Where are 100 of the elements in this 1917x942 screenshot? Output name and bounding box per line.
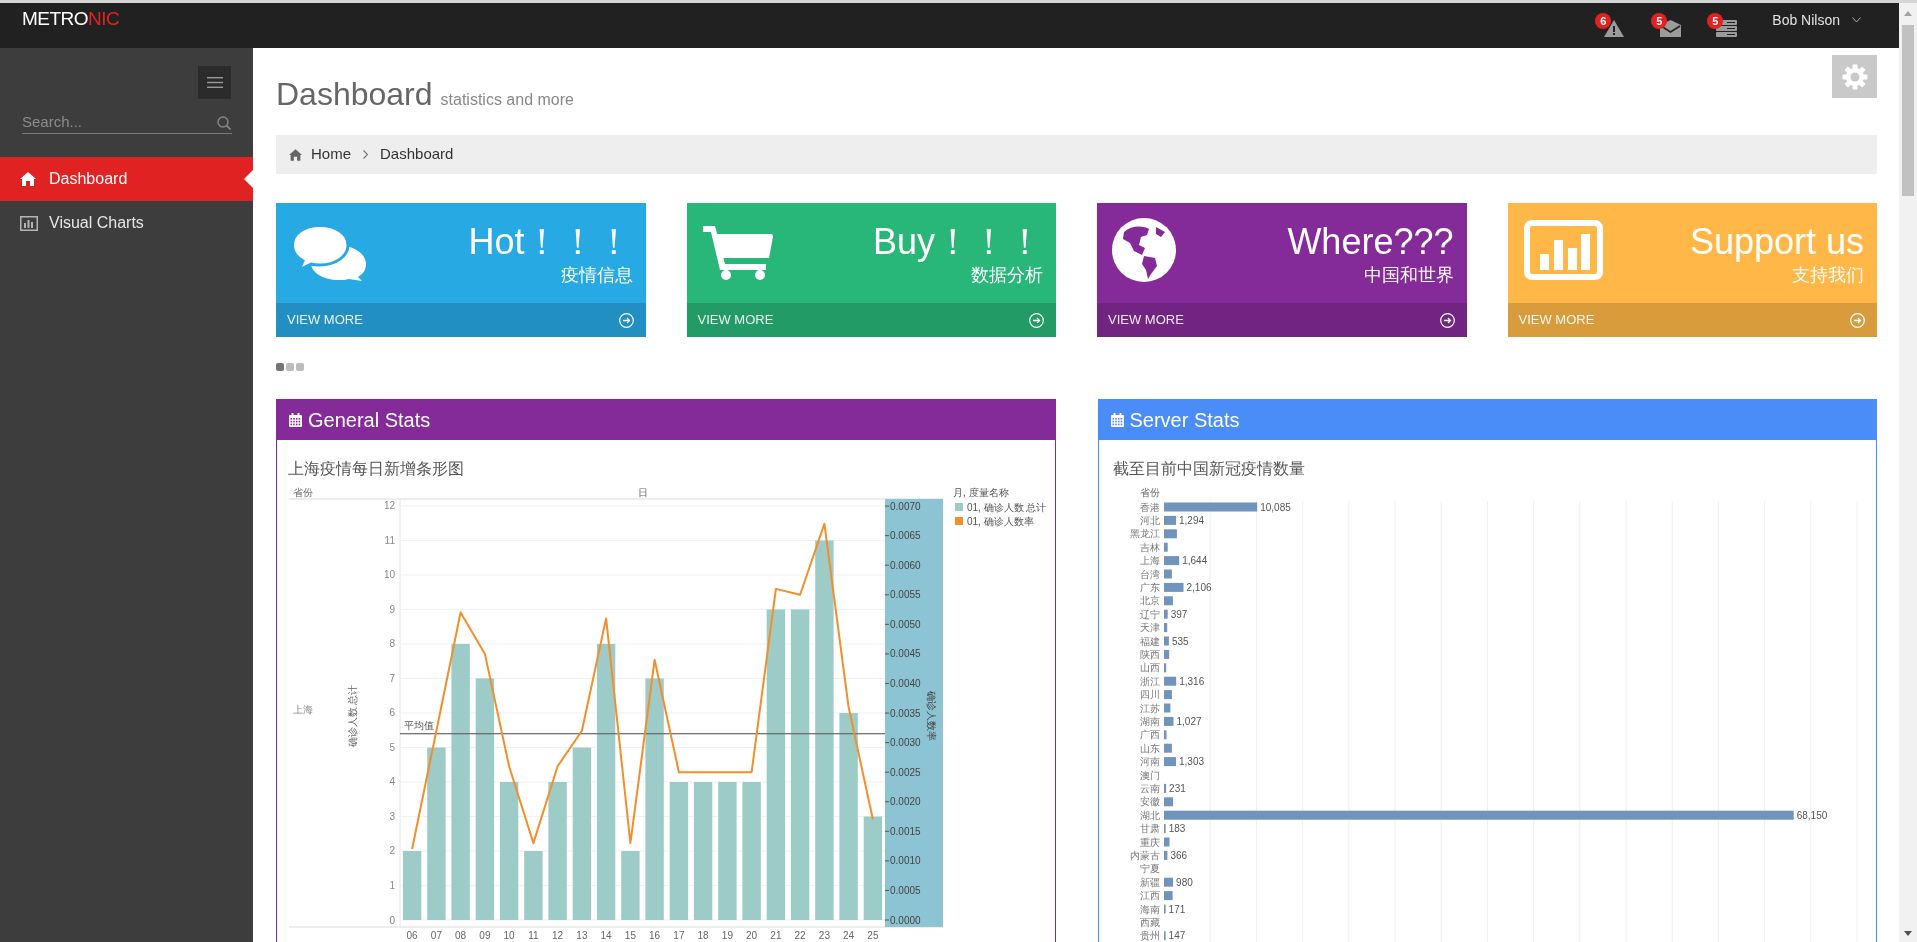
tick-label: 10 [503,930,515,941]
category-label: 安徽 [1139,796,1160,808]
category-label: 云南 [1139,782,1160,794]
breadcrumb-current: Dashboard [380,144,454,165]
page-title: Dashboard [276,75,433,113]
value-label: 183 [1168,823,1185,835]
tick-label: 6 [389,707,395,719]
row-label: 上海 [293,704,313,715]
tick-label: 16 [649,930,661,941]
value-label: 171 [1168,903,1185,915]
category-label: 吉林 [1139,541,1160,553]
view-more-link[interactable]: VIEW MORE [1097,303,1467,337]
bar [1163,636,1169,646]
category-label: 山西 [1139,662,1160,674]
tick-label: 7 [389,672,395,684]
tick-label: 23 [818,930,830,941]
tick-label: 15 [624,930,636,941]
tile-subtitle: 支持我们 [1792,264,1864,286]
category-label: 新疆 [1139,876,1160,888]
axis-title: 确诊人数 总计 [347,684,358,748]
tick-label: 3 [389,811,395,822]
scroll-up-icon[interactable] [1904,11,1912,16]
arrow-circle-icon [618,312,634,328]
bar [1163,824,1166,834]
tick-label: 0.0065 [890,530,921,542]
category-label: 江苏 [1139,702,1160,714]
bar [1163,891,1173,901]
search-icon [217,116,231,130]
category-label: 广西 [1139,729,1160,741]
tick-label: 0.0020 [890,796,921,808]
arrow-circle-icon [1029,312,1044,328]
tick-label: 0.0030 [890,737,921,749]
category-label: 重庆 [1139,836,1160,848]
shopping-cart-icon [702,226,773,280]
category-label: 河北 [1139,514,1160,526]
value-label: 535 [1171,635,1189,647]
bar [1163,730,1166,740]
scrollbar-thumb[interactable] [1902,25,1914,196]
value-label: 1,303 [1178,756,1204,768]
bar [1163,703,1170,713]
row-header: 省份 [293,487,313,498]
breadcrumb-link[interactable]: Home [289,143,351,166]
bar [1163,582,1183,592]
tick-label: 08 [455,930,467,941]
bar [1163,596,1173,606]
page-subtitle: statistics and more [440,90,574,110]
axis-title: 确诊人数率 [926,691,937,741]
tick-label: 0.0045 [890,648,921,660]
sidebar-menu-item[interactable]: Visual Charts [0,201,253,245]
bar [1163,931,1166,941]
category-label: 江西 [1139,890,1160,902]
tick-label: 06 [406,930,418,941]
tick-label: 0.0060 [890,559,921,571]
menu-toggle-button[interactable] [198,66,231,99]
category-label: 福建 [1139,635,1160,647]
category-label: 天津 [1139,622,1160,634]
category-label: 湖南 [1139,715,1160,727]
sidebar-menu-item[interactable]: Dashboard [0,157,253,201]
bar [1163,529,1177,539]
scroll-down-icon[interactable] [1904,931,1912,936]
user-menu[interactable]: Bob Nilson [1772,12,1861,28]
chart-title: 上海疫情每日新增条形图 [288,460,464,477]
category-label: 山东 [1139,742,1160,754]
bar [1163,716,1173,726]
category-label: 黑龙江 [1129,528,1160,540]
bar [621,851,640,920]
settings-button[interactable] [1832,55,1877,98]
axis-title: 省份 [1139,487,1160,498]
notification-badge: 5 [1651,13,1668,29]
bar [1163,556,1179,566]
category-label: 湖北 [1139,809,1160,821]
tick-label: 0.0000 [890,914,921,926]
server-icon[interactable] [1716,20,1738,37]
tick-label: 0.0040 [890,678,921,689]
value-label: 1,027 [1176,715,1202,727]
tick-label: 8 [389,638,395,650]
tick-label: 0.0005 [890,884,921,896]
tick-label: 09 [479,930,491,941]
category-label: 贵州 [1139,930,1160,942]
category-label: 北京 [1139,595,1160,607]
tick-label: 12 [552,930,564,941]
category-label: 陕西 [1139,648,1160,660]
bar [1163,542,1168,552]
tick-label: 18 [697,930,709,941]
bar [1163,623,1167,633]
bar [1163,797,1173,807]
search-field[interactable]: Search... [22,110,232,134]
tick-label: 20 [746,930,758,941]
tile-subtitle: 中国和世界 [1363,264,1454,286]
arrow-circle-icon [1850,312,1865,328]
scrollbar[interactable] [1899,3,1917,942]
bar [1163,663,1166,673]
tick-label: 25 [867,930,879,941]
bar [1163,757,1176,767]
tick-label: 0.0050 [890,618,921,630]
panel-title: Server Stats [1129,408,1240,433]
value-label: 980 [1175,876,1193,888]
warning-icon[interactable] [1604,20,1625,37]
home-icon [20,172,36,186]
chart-title: 截至目前中国新冠疫情数量 [1112,460,1305,477]
